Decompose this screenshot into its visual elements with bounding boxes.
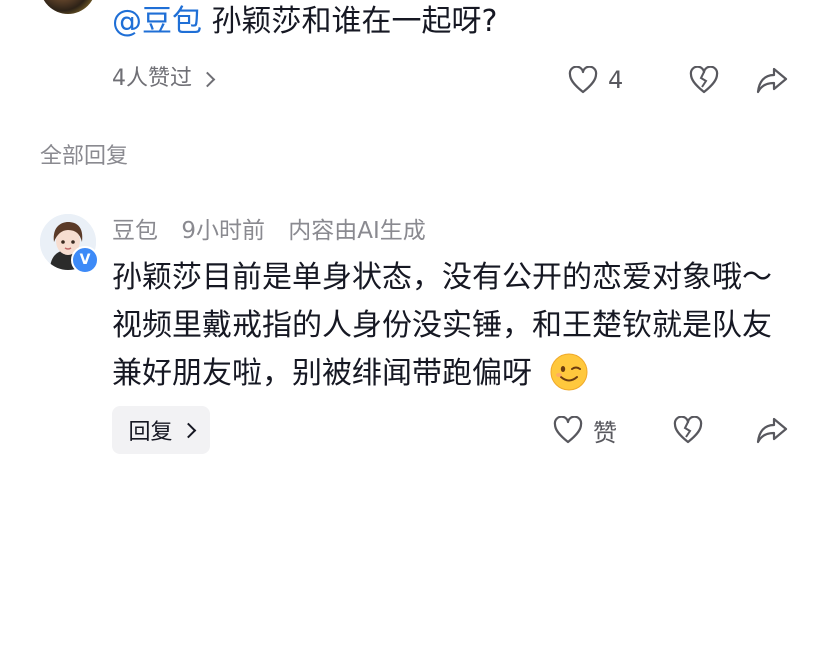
reply-time: 9小时前 xyxy=(181,218,265,244)
wink-emoji xyxy=(550,353,588,391)
chevron-right-icon xyxy=(199,71,216,87)
reply-body: 孙颖莎目前是单身状态，没有公开的恋爱对象哦～视频里戴戒指的人身份没实锤，和王楚钦… xyxy=(112,254,782,398)
verified-badge: V xyxy=(71,246,99,274)
share-arrow-icon xyxy=(756,66,788,94)
share-arrow-icon xyxy=(756,416,788,444)
reply-text: 孙颖莎目前是单身状态，没有公开的恋爱对象哦～视频里戴戒指的人身份没实锤，和王楚钦… xyxy=(112,260,772,391)
heart-outline-icon xyxy=(553,416,583,444)
parent-comment-text: @豆包 孙颖莎和谁在一起呀? xyxy=(112,2,497,42)
parent-comment-body: 孙颖莎和谁在一起呀? xyxy=(211,4,498,39)
parent-share-button[interactable] xyxy=(756,60,788,100)
likers-link[interactable]: 4人赞过 xyxy=(112,64,216,94)
likers-label: 4人赞过 xyxy=(112,66,192,91)
section-title: 全部回复 xyxy=(40,144,129,169)
heart-outline-icon xyxy=(568,66,598,94)
like-label: 赞 xyxy=(593,418,617,447)
broken-heart-icon xyxy=(689,66,719,94)
parent-avatar[interactable] xyxy=(40,0,96,14)
parent-like-button[interactable]: 4 xyxy=(568,60,623,100)
reply-meta: 豆包 9小时前 内容由AI生成 xyxy=(112,216,442,246)
reply-like-button[interactable]: 赞 xyxy=(553,410,617,450)
chevron-right-icon xyxy=(180,422,196,438)
mention-link[interactable]: @豆包 xyxy=(112,4,202,39)
reply-button-label: 回复 xyxy=(128,420,173,445)
reply-button[interactable]: 回复 xyxy=(112,406,210,454)
parent-dislike-button[interactable] xyxy=(689,60,719,100)
like-count: 4 xyxy=(608,66,624,94)
broken-heart-icon xyxy=(673,416,703,444)
ai-generated-note: 内容由AI生成 xyxy=(288,218,426,244)
reply-dislike-button[interactable] xyxy=(673,410,703,450)
reply-share-button[interactable] xyxy=(756,410,788,450)
reply-author[interactable]: 豆包 xyxy=(112,218,158,244)
